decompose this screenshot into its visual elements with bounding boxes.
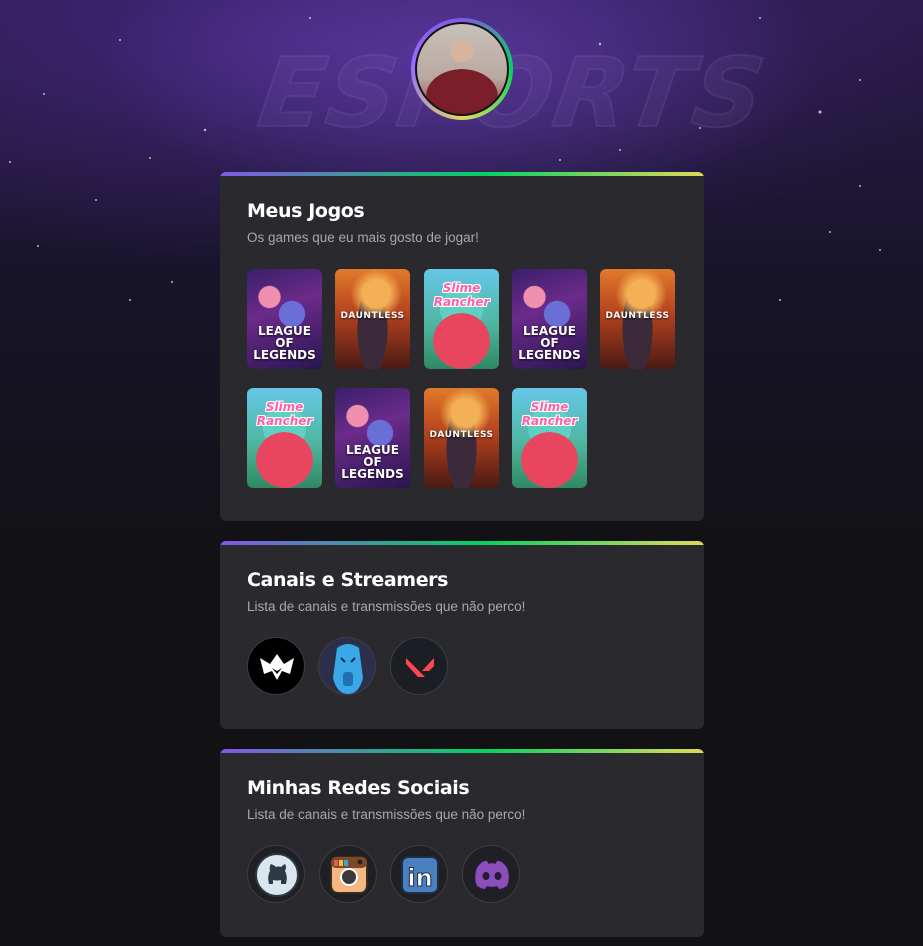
game-cover-dauntless[interactable]: DAUNTLESS [335, 269, 410, 369]
game-label: Slime Rancher [433, 281, 490, 309]
linkedin-icon[interactable]: in [390, 845, 448, 903]
game-cover-dauntless[interactable]: DAUNTLESS [424, 388, 499, 488]
avatar-photo [415, 22, 509, 116]
channels-card: Canais e Streamers Lista de canais e tra… [220, 541, 704, 729]
github-icon[interactable] [247, 845, 305, 903]
discord-icon[interactable] [462, 845, 520, 903]
dauntless-logo-icon[interactable] [247, 637, 305, 695]
game-label: Slime Rancher [256, 400, 313, 428]
social-card: Minhas Redes Sociais Lista de canais e t… [220, 749, 704, 937]
game-label: DAUNTLESS [429, 430, 494, 440]
channels-title: Canais e Streamers [247, 569, 449, 591]
game-label: Slime Rancher [521, 400, 578, 428]
game-cover-dauntless[interactable]: DAUNTLESS [600, 269, 675, 369]
instagram-icon[interactable] [319, 845, 377, 903]
blue-character-icon[interactable] [318, 637, 376, 695]
game-cover-slime-rancher[interactable]: Slime Rancher [424, 269, 499, 369]
game-cover-league-of-legends[interactable]: LEAGUE OF LEGENDS [247, 269, 322, 369]
games-title: Meus Jogos [247, 200, 365, 222]
games-card: Meus Jogos Os games que eu mais gosto de… [220, 172, 704, 521]
game-cover-slime-rancher[interactable]: Slime Rancher [512, 388, 587, 488]
game-cover-league-of-legends[interactable]: LEAGUE OF LEGENDS [512, 269, 587, 369]
linkedin-text: in [407, 864, 432, 892]
channels-subtitle: Lista de canais e transmissões que não p… [247, 599, 526, 614]
game-label: LEAGUE OF LEGENDS [341, 443, 404, 481]
game-cover-slime-rancher[interactable]: Slime Rancher [247, 388, 322, 488]
game-cover-league-of-legends[interactable]: LEAGUE OF LEGENDS [335, 388, 410, 488]
games-subtitle: Os games que eu mais gosto de jogar! [247, 230, 479, 245]
social-subtitle: Lista de canais e transmissões que não p… [247, 807, 526, 822]
game-label: DAUNTLESS [605, 311, 670, 321]
valorant-logo-icon[interactable] [390, 637, 448, 695]
social-title: Minhas Redes Sociais [247, 777, 470, 799]
game-label: LEAGUE OF LEGENDS [518, 324, 581, 362]
game-label: DAUNTLESS [340, 311, 405, 321]
game-label: LEAGUE OF LEGENDS [253, 324, 316, 362]
avatar[interactable] [411, 18, 513, 120]
